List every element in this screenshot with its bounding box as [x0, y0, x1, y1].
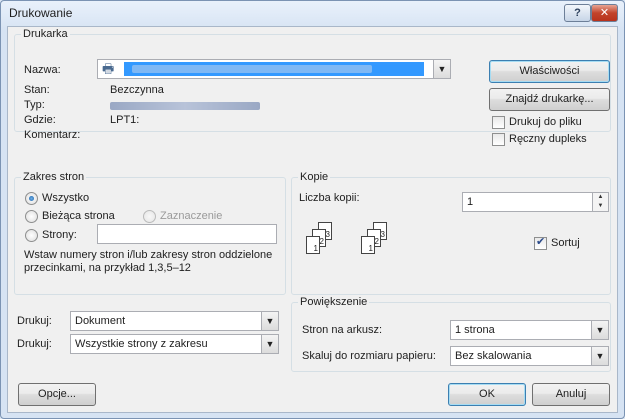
find-printer-button[interactable]: Znajdź drukarkę... — [489, 88, 610, 111]
print-to-file-label: Drukuj do pliku — [509, 116, 582, 128]
ok-button[interactable]: OK — [448, 383, 526, 406]
printer-where-value: LPT1: — [110, 114, 140, 126]
copies-spinner[interactable]: ▲ ▼ — [592, 193, 608, 211]
copies-group-title: Kopie — [298, 171, 331, 183]
dialog-client-area: Drukarka Nazwa: 🖶 ▼ Stan: Bezczynna Typ:… — [7, 26, 618, 413]
chevron-down-icon[interactable]: ▼ — [591, 321, 608, 339]
chevron-down-icon[interactable]: ▼ — [591, 347, 608, 365]
options-button[interactable]: Opcje... — [18, 383, 96, 406]
chevron-down-icon[interactable]: ▼ — [433, 60, 450, 78]
print-scope-value: Wszystkie strony z zakresu — [75, 338, 208, 350]
manual-duplex-label: Ręczny dupleks — [509, 133, 587, 145]
printer-comment-label: Komentarz: — [24, 129, 81, 141]
print-dialog: Drukowanie ? ✕ Drukarka Nazwa: 🖶 ▼ Stan:… — [0, 0, 625, 419]
properties-button[interactable]: Właściwości — [489, 60, 610, 83]
chevron-down-icon[interactable]: ▼ — [261, 335, 278, 353]
collate-page: 1 — [306, 236, 320, 254]
pages-per-sheet-combo[interactable]: 1 strona ▼ — [450, 320, 609, 340]
page-range-hint: Wstaw numery stron i/lub zakresy stron o… — [24, 249, 273, 274]
print-what-value: Dokument — [75, 315, 126, 327]
range-selection-radio[interactable] — [143, 210, 156, 223]
print-what-label: Drukuj: — [17, 315, 52, 327]
range-all-radio[interactable] — [25, 192, 38, 205]
window-title: Drukowanie — [9, 6, 73, 20]
printer-icon: 🖶 — [102, 61, 115, 76]
print-scope-label: Drukuj: — [17, 338, 52, 350]
pages-per-sheet-value: 1 strona — [455, 324, 495, 336]
printer-status-label: Stan: — [24, 84, 50, 96]
range-current-label: Bieżąca strona — [42, 210, 115, 222]
title-bar: Drukowanie ? ✕ — [1, 1, 624, 25]
range-current-radio[interactable] — [25, 210, 38, 223]
printer-name-label: Nazwa: — [24, 64, 61, 76]
printer-type-label: Typ: — [24, 99, 45, 111]
collate-label: Sortuj — [551, 237, 580, 249]
copies-count-input[interactable]: 1 ▲ ▼ — [462, 192, 609, 212]
spin-up-icon[interactable]: ▲ — [593, 193, 608, 202]
print-scope-combo[interactable]: Wszystkie strony z zakresu ▼ — [70, 334, 279, 354]
pages-input[interactable] — [97, 224, 277, 244]
range-all-label: Wszystko — [42, 192, 90, 204]
print-to-file-checkbox[interactable] — [492, 116, 505, 129]
printer-where-label: Gdzie: — [24, 114, 56, 126]
printer-name-combo[interactable]: 🖶 ▼ — [97, 59, 451, 79]
cancel-button[interactable]: Anuluj — [532, 383, 610, 406]
copies-count-value: 1 — [467, 196, 474, 208]
page-range-group-title: Zakres stron — [21, 171, 87, 183]
printer-status-value: Bezczynna — [110, 84, 164, 96]
collate-page: 1 — [361, 236, 375, 254]
spin-down-icon[interactable]: ▼ — [593, 202, 608, 211]
scale-label: Skaluj do rozmiaru papieru: — [302, 350, 436, 362]
collate-checkbox[interactable] — [534, 235, 547, 250]
chevron-down-icon[interactable]: ▼ — [261, 312, 278, 330]
copies-count-label: Liczba kopii: — [299, 192, 360, 204]
scale-combo[interactable]: Bez skalowania ▼ — [450, 346, 609, 366]
scale-value: Bez skalowania — [455, 350, 532, 362]
zoom-group-title: Powiększenie — [298, 296, 370, 308]
range-pages-label: Strony: — [42, 229, 77, 241]
printer-type-value — [110, 101, 260, 113]
pages-per-sheet-label: Stron na arkusz: — [302, 324, 383, 336]
printer-group-title: Drukarka — [21, 28, 70, 40]
range-pages-radio[interactable] — [25, 229, 38, 242]
range-selection-label: Zaznaczenie — [160, 210, 223, 222]
manual-duplex-checkbox[interactable] — [492, 133, 505, 146]
printer-name-value — [124, 62, 424, 76]
close-button[interactable]: ✕ — [591, 4, 618, 22]
help-button[interactable]: ? — [564, 4, 591, 22]
print-what-combo[interactable]: Dokument ▼ — [70, 311, 279, 331]
